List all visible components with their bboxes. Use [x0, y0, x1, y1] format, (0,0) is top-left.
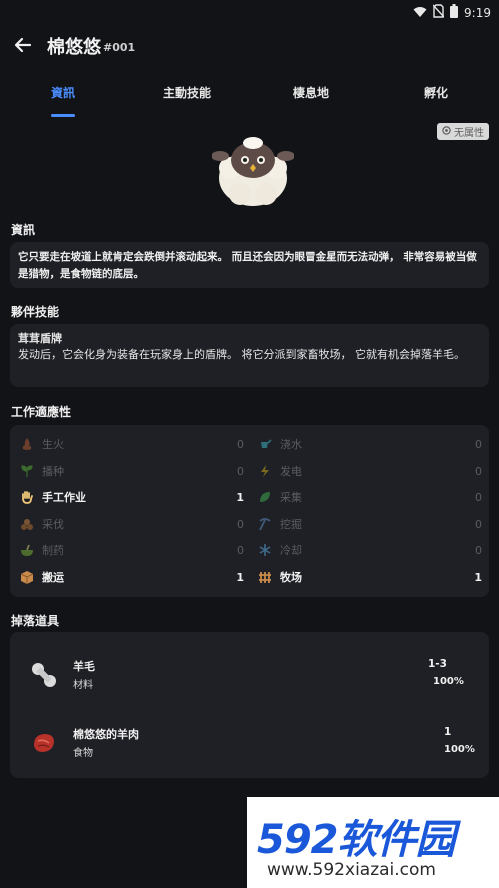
watermark: 592软件园 www.592xiazai.com	[247, 797, 499, 888]
wool-icon	[30, 661, 58, 689]
work-row-gathering: 采集 0	[258, 487, 482, 507]
info-section-title: 資訊	[11, 223, 36, 237]
drop-type: 食物	[73, 748, 93, 759]
work-row-kindling: 生火 0	[20, 434, 244, 454]
back-arrow-icon[interactable]	[12, 34, 34, 56]
work-row-transporting: 搬运 1	[20, 567, 244, 587]
partner-skill-name: 茸茸盾牌	[18, 332, 62, 345]
tab-active-skills[interactable]: 主動技能	[163, 84, 211, 101]
wifi-icon	[413, 3, 427, 22]
pal-number: #001	[103, 41, 136, 54]
element-label: 无属性	[454, 128, 484, 139]
work-section-title: 工作適應性	[11, 405, 72, 419]
drop-quantity: 1	[444, 726, 452, 738]
drop-rate: 100%	[433, 676, 464, 687]
info-card: 它只要走在坡道上就肯定会跌倒并滚动起来。 而且还会因为眼冒金星而无法动弹， 非常…	[10, 242, 489, 288]
mortar-icon	[20, 543, 34, 557]
watermark-url: www.592xiazai.com	[267, 860, 436, 880]
no-sim-icon	[432, 3, 445, 22]
logs-icon	[20, 517, 34, 531]
status-bar: 9:19	[0, 0, 499, 24]
app-bar: 棉悠悠 #001	[0, 24, 499, 68]
pickaxe-icon	[258, 517, 272, 531]
pal-portrait	[211, 132, 295, 210]
clock: 9:19	[464, 5, 491, 20]
partner-skill-description: 发动后，它会化身为装备在玩家身上的盾牌。 将它分派到家畜牧场， 它就有机会掉落羊…	[18, 348, 465, 361]
partner-skill-section-title: 夥伴技能	[11, 305, 60, 319]
drop-rate: 100%	[444, 744, 475, 755]
drop-item[interactable]: 羊毛 材料 1-3 100%	[10, 651, 489, 701]
tab-info[interactable]: 資訊	[51, 84, 75, 101]
tab-habitat[interactable]: 棲息地	[293, 84, 329, 101]
drops-card: 羊毛 材料 1-3 100% 棉悠悠的羊肉 食物 1 100%	[10, 632, 489, 778]
hand-icon	[20, 490, 34, 504]
work-row-lumbering: 采伐 0	[20, 514, 244, 534]
fence-icon	[258, 570, 272, 584]
work-row-planting: 播种 0	[20, 461, 244, 481]
fire-icon	[20, 437, 34, 451]
tab-breeding[interactable]: 孵化	[424, 84, 448, 101]
element-icon	[442, 125, 451, 138]
watering-can-icon	[258, 437, 272, 451]
work-row-cooling: 冷却 0	[258, 540, 482, 560]
work-row-medicine: 制药 0	[20, 540, 244, 560]
snowflake-icon	[258, 543, 272, 557]
work-row-watering: 浇水 0	[258, 434, 482, 454]
work-row-mining: 挖掘 0	[258, 514, 482, 534]
drop-item[interactable]: 棉悠悠的羊肉 食物 1 100%	[10, 719, 489, 769]
work-row-generating: 发电 0	[258, 461, 482, 481]
leaf-icon	[258, 490, 272, 504]
work-row-farming: 牧场 1	[258, 567, 482, 587]
meat-icon	[30, 729, 58, 757]
battery-icon	[450, 3, 459, 22]
lightning-icon	[258, 464, 272, 478]
watermark-logo: 592软件园	[257, 817, 455, 863]
element-badge: 无属性	[437, 123, 489, 140]
drop-quantity: 1-3	[428, 658, 447, 670]
drops-section-title: 掉落道具	[11, 614, 60, 628]
sprout-icon	[20, 464, 34, 478]
page-title: 棉悠悠	[47, 37, 101, 58]
drop-type: 材料	[73, 680, 93, 691]
box-icon	[20, 570, 34, 584]
drop-name: 棉悠悠的羊肉	[73, 728, 139, 741]
active-tab-indicator	[51, 114, 75, 117]
work-suitability-card: 生火 0 播种 0 手工作业 1 采伐 0 制药 0 搬运 1 浇水 0 发电 …	[10, 425, 489, 597]
info-description: 它只要走在坡道上就肯定会跌倒并滚动起来。 而且还会因为眼冒金星而无法动弹， 非常…	[18, 251, 477, 280]
tab-bar: 資訊 主動技能 棲息地 孵化	[0, 80, 499, 120]
drop-name: 羊毛	[73, 660, 95, 673]
work-row-handiwork: 手工作业 1	[20, 487, 244, 507]
partner-skill-card: 茸茸盾牌 发动后，它会化身为装备在玩家身上的盾牌。 将它分派到家畜牧场， 它就有…	[10, 324, 489, 387]
